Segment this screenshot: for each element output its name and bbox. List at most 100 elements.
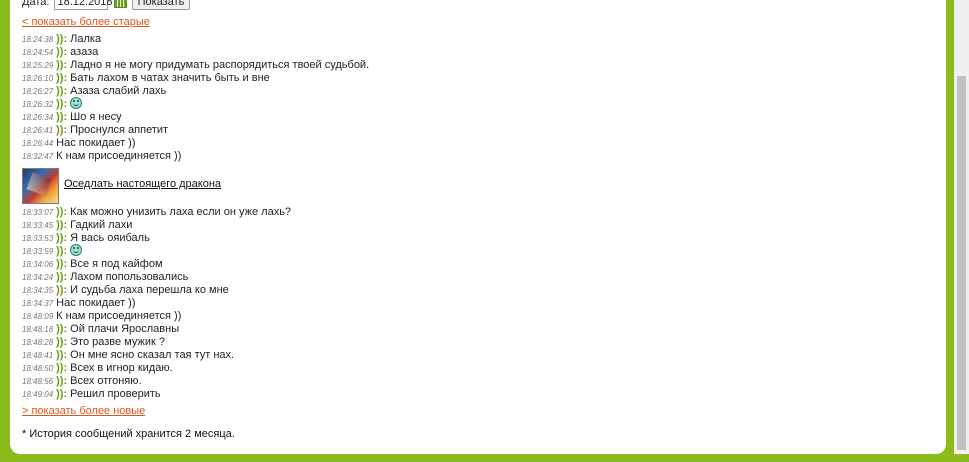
chat-message: 18:49:04)): Решил проверить (22, 388, 161, 401)
message-time: 18:25:29 (22, 61, 54, 70)
message-time: 18:24:54 (22, 48, 54, 57)
message-text: Лалка (70, 33, 102, 45)
message-author[interactable]: )): (56, 336, 67, 348)
chat-message: 18:34:35)): И судьба лаха перешла ко мне (22, 284, 229, 297)
message-time: 18:48:41 (22, 351, 54, 360)
chat-message: 18:24:38)): Лалка (22, 33, 101, 46)
message-text: Он мне ясно сказал тая тут нах. (70, 349, 235, 361)
chat-message: 18:26:27)): Азаза слабий лахь (22, 85, 166, 98)
message-time: 18:26:27 (22, 87, 54, 96)
message-author[interactable]: )): (56, 258, 67, 270)
message-text: Ладно я не могу придумать распорядиться … (70, 59, 370, 71)
message-author[interactable]: )): (56, 388, 67, 400)
message-author[interactable]: )): (56, 85, 67, 97)
message-author[interactable]: )): (56, 111, 67, 123)
message-text: Бать лахом в чатах значить быть и вне (70, 72, 270, 84)
message-text: Это разве мужик ? (70, 336, 165, 348)
message-time: 18:26:34 (22, 113, 54, 122)
chat-message: 18:24:54)): азаза (22, 46, 98, 59)
message-author[interactable]: )): (56, 59, 67, 71)
show-button[interactable]: Показать (131, 0, 191, 10)
message-author[interactable]: )): (56, 349, 67, 361)
message-time: 18:34:06 (22, 260, 54, 269)
message-author[interactable]: )): (56, 362, 67, 374)
message-time: 18:34:24 (22, 273, 54, 282)
message-text: Я вась ояибаль (70, 232, 150, 244)
message-time: 18:26:32 (22, 100, 54, 109)
date-label: Дата: (22, 0, 50, 8)
message-time: 18:48:09 (22, 312, 54, 321)
chat-message: 18:33:45)): Гадкий лахи (22, 219, 132, 232)
message-text: Азаза слабий лахь (70, 85, 167, 97)
message-author[interactable]: )): (56, 232, 67, 244)
message-text: Лахом попользовались (70, 271, 189, 283)
chat-message: 18:33:07)): Как можно унизить лаха если о… (22, 206, 291, 219)
message-text: Все я под кайфом (70, 258, 163, 270)
scrollbar-thumb[interactable] (957, 76, 966, 450)
message-text: азаза (70, 46, 99, 58)
message-text: Как можно унизить лаха если он уже лахь? (70, 206, 292, 218)
message-author[interactable]: )): (56, 271, 67, 283)
message-author[interactable]: )): (56, 72, 67, 84)
message-time: 18:26:41 (22, 126, 54, 135)
message-author[interactable]: )): (56, 375, 67, 387)
chat-message: 18:34:06)): Все я под кайфом (22, 258, 163, 271)
message-author[interactable]: )): (56, 219, 67, 231)
chat-message: 18:48:09 К нам присоединяется )) (22, 310, 181, 323)
show-older-link[interactable]: < показать более старые (22, 16, 150, 28)
chat-message: 18:48:50)): Всех в игнор кидаю. (22, 362, 173, 375)
message-text: И судьба лаха перешла ко мне (70, 284, 229, 296)
message-text: Решил проверить (70, 388, 161, 400)
date-filter: Дата: 18.12.2018 Показать (22, 0, 191, 10)
message-text: Всех в игнор кидаю. (70, 362, 173, 374)
message-author[interactable]: )): (56, 46, 67, 58)
message-time: 18:49:04 (22, 390, 54, 399)
message-time: 18:33:45 (22, 221, 54, 230)
message-text: Ой плачи Ярославны (70, 323, 180, 335)
chat-message: 18:32:47 К нам присоединяется )) (22, 150, 181, 163)
message-time: 18:34:35 (22, 286, 54, 295)
chat-message: 18:26:44 Нас покидает )) (22, 137, 136, 150)
message-author[interactable]: )): (56, 98, 67, 110)
message-text: Нас покидает )) (56, 137, 136, 149)
message-time: 18:26:44 (22, 139, 54, 148)
calendar-icon[interactable] (113, 0, 127, 8)
message-time: 18:48:18 (22, 325, 54, 334)
message-author[interactable]: )): (56, 245, 67, 257)
chat-message: 18:48:18)): Ой плачи Ярославны (22, 323, 179, 336)
chat-message: 18:34:24)): Лахом попользовались (22, 271, 188, 284)
message-time: 18:32:47 (22, 152, 54, 161)
message-time: 18:34:37 (22, 299, 54, 308)
message-author[interactable]: )): (56, 284, 67, 296)
message-text: Нас покидает )) (56, 297, 136, 309)
game-thumbnail[interactable] (22, 168, 59, 204)
message-time: 18:33:59 (22, 247, 54, 256)
chat-message: 18:48:41)): Он мне ясно сказал тая тут на… (22, 349, 234, 362)
chat-message: 18:26:41)): Проснулся аппетит (22, 124, 168, 137)
chat-message: 18:33:59)): (22, 244, 83, 258)
message-time: 18:48:50 (22, 364, 54, 373)
message-author[interactable]: )): (56, 124, 67, 136)
message-time: 18:48:28 (22, 338, 54, 347)
message-author[interactable]: )): (56, 323, 67, 335)
chat-message: 18:33:53)): Я вась ояибаль (22, 232, 150, 245)
message-time: 18:48:56 (22, 377, 54, 386)
show-newer-link[interactable]: > показать более новые (22, 405, 145, 417)
message-time: 18:26:10 (22, 74, 54, 83)
message-author[interactable]: )): (56, 33, 67, 45)
game-link[interactable]: Оседлать настоящего дракона (64, 178, 221, 190)
chat-message: 18:48:28)): Это разве мужик ? (22, 336, 165, 349)
message-text: Шо я несу (70, 111, 122, 123)
chat-message: 18:26:10)): Бать лахом в чатах значить бы… (22, 72, 270, 85)
message-time: 18:24:38 (22, 35, 54, 44)
smiley-icon (70, 244, 83, 257)
message-author[interactable]: )): (56, 206, 67, 218)
message-text: Всех отгоняю. (70, 375, 142, 387)
chat-message: 18:48:56)): Всех отгоняю. (22, 375, 142, 388)
message-text: Проснулся аппетит (70, 124, 169, 136)
chat-message: 18:26:32)): (22, 97, 83, 111)
message-text: К нам присоединяется )) (56, 150, 182, 162)
chat-message: 18:26:34)): Шо я несу (22, 111, 122, 124)
message-text: К нам присоединяется )) (56, 310, 182, 322)
date-input[interactable]: 18.12.2018 (54, 0, 113, 10)
